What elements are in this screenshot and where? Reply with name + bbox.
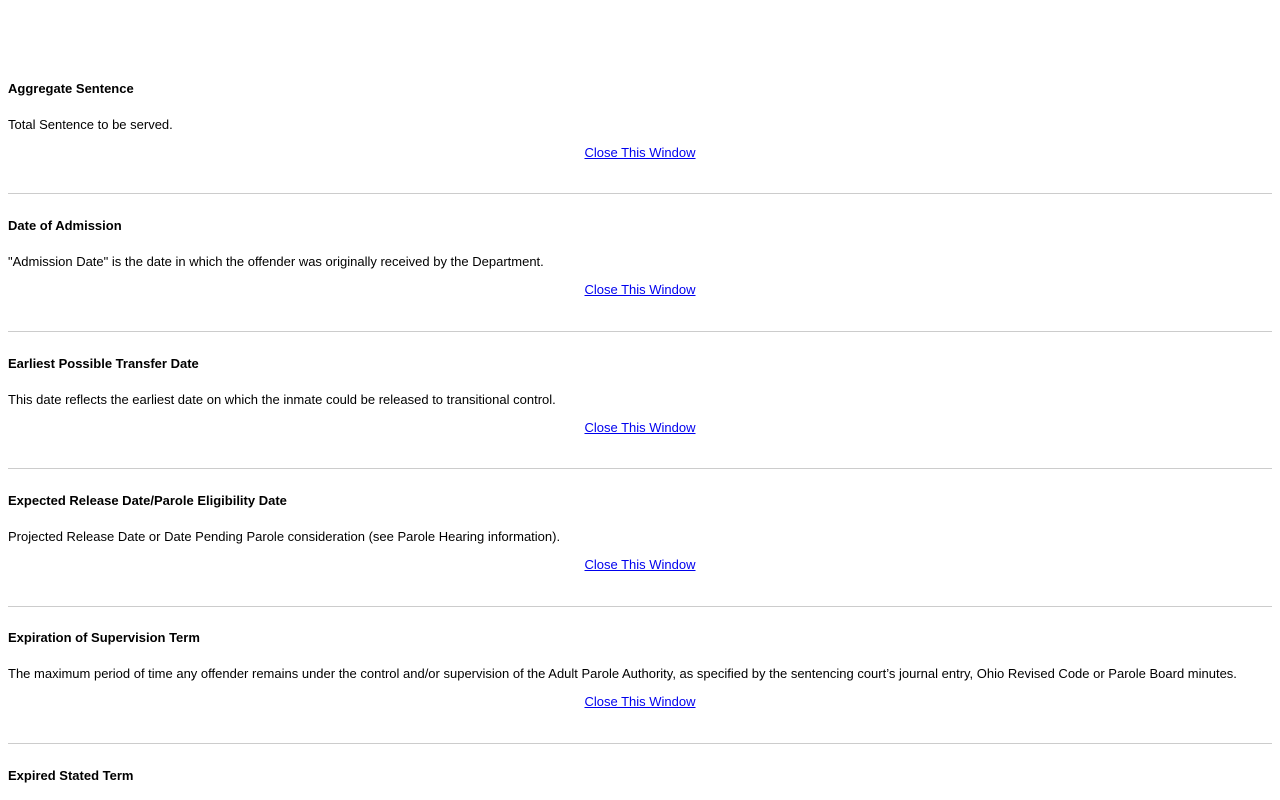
close-window-link[interactable]: Close This Window [584,557,695,572]
term-title: Earliest Possible Transfer Date [8,356,199,371]
close-window-link[interactable]: Close This Window [584,145,695,160]
section-divider [8,331,1272,332]
term-description: Total Sentence to be served. [8,117,173,132]
term-title: Date of Admission [8,218,122,233]
term-description: Projected Release Date or Date Pending P… [8,529,561,544]
close-window-container: Close This Window [8,282,1272,297]
close-window-link[interactable]: Close This Window [584,694,695,709]
term-title: Expired Stated Term [8,768,134,783]
section-divider [8,606,1272,607]
term-title: Expected Release Date/Parole Eligibility… [8,493,287,508]
close-window-container: Close This Window [8,145,1272,160]
close-window-container: Close This Window [8,694,1272,709]
term-description: The maximum period of time any offender … [8,666,1237,681]
close-window-link[interactable]: Close This Window [584,282,695,297]
close-window-link[interactable]: Close This Window [584,420,695,435]
term-description: This date reflects the earliest date on … [8,392,556,407]
term-title: Expiration of Supervision Term [8,630,200,645]
close-window-container: Close This Window [8,420,1272,435]
close-window-container: Close This Window [8,557,1272,572]
term-title: Aggregate Sentence [8,81,134,96]
section-divider [8,193,1272,194]
term-description: "Admission Date" is the date in which th… [8,254,544,269]
glossary-page: Aggregate Sentence Total Sentence to be … [0,0,1280,800]
section-divider [8,743,1272,744]
section-divider [8,468,1272,469]
